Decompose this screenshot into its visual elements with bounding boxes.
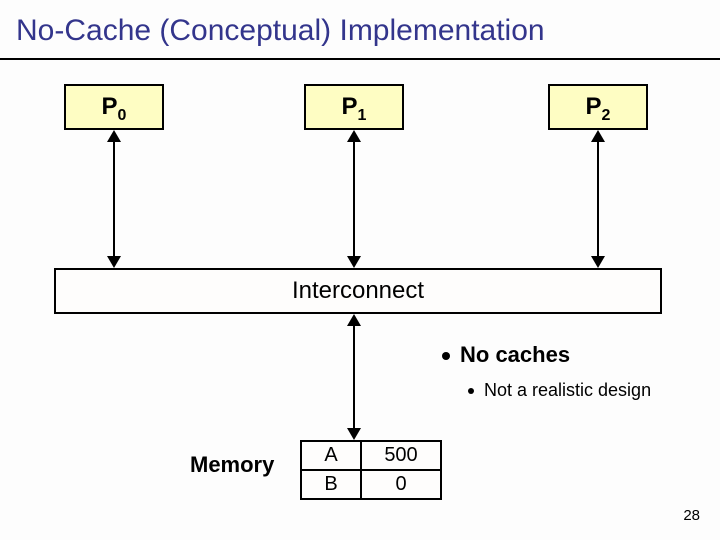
bullet-dot-icon <box>468 388 474 394</box>
bullet-sub-text: Not a realistic design <box>484 380 651 400</box>
processor-1: P1 <box>304 84 404 130</box>
table-row: A 500 <box>301 441 441 470</box>
bullet-main-text: No caches <box>460 342 570 367</box>
bullet-main: No caches <box>442 342 710 368</box>
memory-val-1: 0 <box>361 470 441 499</box>
memory-table: A 500 B 0 <box>300 440 442 500</box>
table-row: B 0 <box>301 470 441 499</box>
processor-2-label: P <box>586 93 602 120</box>
memory-label: Memory <box>190 452 274 478</box>
memory-key-1: B <box>301 470 361 499</box>
processor-1-sub: 1 <box>358 107 367 124</box>
processor-2: P2 <box>548 84 648 130</box>
memory-val-0: 500 <box>361 441 441 470</box>
processor-0: P0 <box>64 84 164 130</box>
bullet-dot-icon <box>442 352 450 360</box>
arrow-interconnect-memory <box>353 316 355 438</box>
processor-0-sub: 0 <box>118 107 127 124</box>
page-number: 28 <box>683 507 700 524</box>
arrow-p1-interconnect <box>353 132 355 266</box>
title-underline <box>0 58 720 60</box>
arrow-p0-interconnect <box>113 132 115 266</box>
slide: No-Cache (Conceptual) Implementation P0 … <box>0 0 720 540</box>
processor-1-label: P <box>342 93 358 120</box>
processor-2-sub: 2 <box>602 107 611 124</box>
bullet-sub: Not a realistic design <box>468 380 710 401</box>
processor-0-label: P <box>102 93 118 120</box>
interconnect-bus: Interconnect <box>54 268 662 314</box>
page-title: No-Cache (Conceptual) Implementation <box>16 14 545 48</box>
arrow-p2-interconnect <box>597 132 599 266</box>
bullet-list: No caches Not a realistic design <box>442 342 710 401</box>
memory-key-0: A <box>301 441 361 470</box>
